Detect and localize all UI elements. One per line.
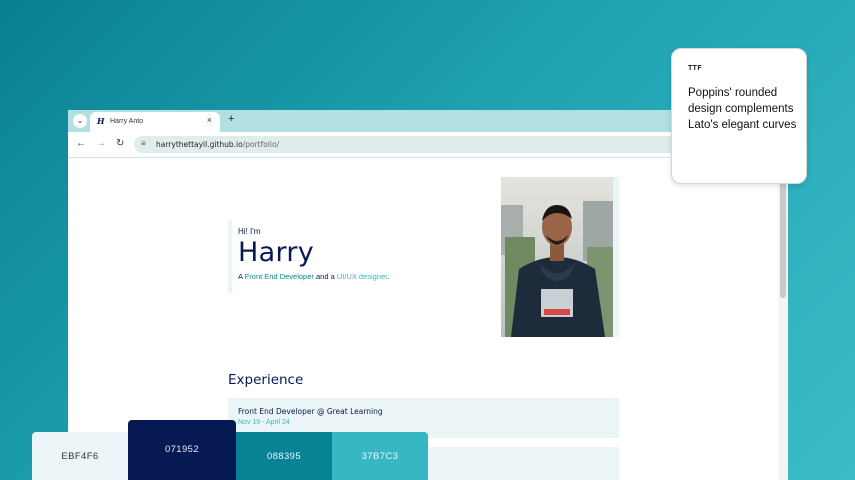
tagline-suffix: . bbox=[387, 272, 390, 281]
color-swatch: 071952 bbox=[128, 420, 236, 480]
hero-intro: Hi! I'm Harry A Front End Developer and … bbox=[228, 220, 448, 293]
experience-role: Front End Developer @ Great Learning bbox=[238, 407, 383, 416]
plus-icon[interactable]: + bbox=[228, 113, 234, 125]
greeting: Hi! I'm bbox=[238, 227, 261, 236]
profile-photo bbox=[501, 177, 613, 337]
url-host: harrythettayil.github.io bbox=[156, 140, 243, 149]
arrow-left-icon[interactable]: ← bbox=[76, 139, 86, 149]
font-info-card: TTF Poppins' rounded design complements … bbox=[671, 48, 807, 184]
experience-dates: Nov 19 - April 24 bbox=[238, 419, 290, 426]
arrow-right-icon[interactable]: → bbox=[96, 139, 106, 149]
hero-name: Harry bbox=[238, 237, 315, 268]
tune-icon[interactable]: ≡ bbox=[141, 139, 146, 148]
profile-photo-frame bbox=[501, 177, 619, 337]
scroll-thumb[interactable] bbox=[780, 180, 786, 298]
reload-icon[interactable]: ↻ bbox=[116, 139, 124, 149]
color-swatch: EBF4F6 bbox=[32, 432, 128, 480]
close-icon[interactable]: × bbox=[207, 115, 212, 125]
tagline: A Front End Developer and a UI/UX design… bbox=[238, 272, 448, 281]
color-swatch: 088395 bbox=[236, 432, 332, 480]
color-swatch: 37B7C3 bbox=[332, 432, 428, 480]
favicon-icon: H bbox=[97, 116, 105, 126]
chevron-down-icon[interactable]: ⌄ bbox=[73, 114, 87, 128]
url-path: /portfolio/ bbox=[242, 140, 280, 149]
role-front-end: Front End Developer bbox=[244, 272, 314, 281]
font-format-label: TTF bbox=[688, 65, 703, 72]
tagline-mid: and a bbox=[313, 272, 337, 281]
font-pairing-note: Poppins' rounded design complements Lato… bbox=[688, 87, 797, 131]
scrollbar[interactable] bbox=[778, 180, 788, 480]
tab-title: Harry Anto bbox=[110, 118, 144, 125]
url-text[interactable]: harrythettayil.github.io/portfolio/ bbox=[156, 140, 279, 149]
role-ui-ux: UI/UX designer bbox=[336, 272, 388, 281]
tagline-prefix: A bbox=[238, 272, 245, 281]
experience-heading: Experience bbox=[228, 372, 304, 388]
browser-tab[interactable]: H Harry Anto × bbox=[90, 112, 220, 132]
